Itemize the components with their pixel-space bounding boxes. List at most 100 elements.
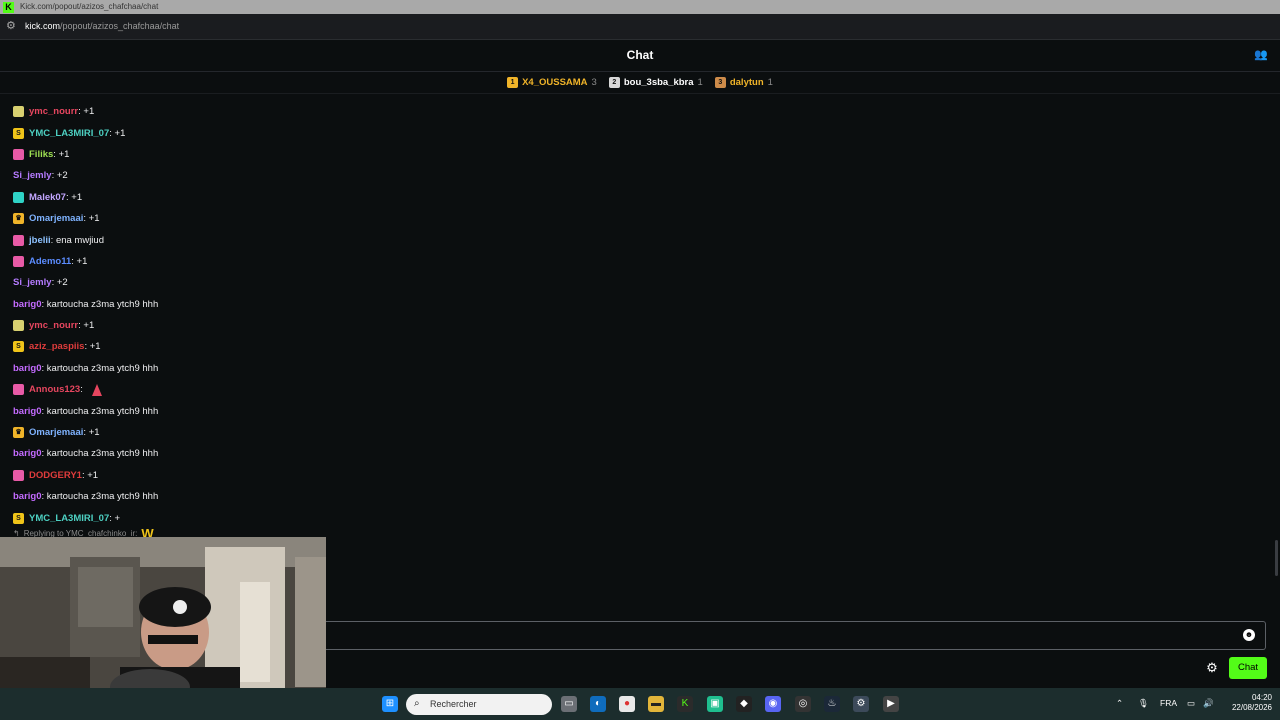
chat-settings-gear-icon[interactable]: ⚙ (1205, 661, 1219, 675)
pink-badge-icon (13, 469, 24, 481)
chat-username[interactable]: Ademo11 (29, 256, 71, 267)
emoji-picker-icon[interactable]: ☻ (1243, 629, 1255, 641)
steam-icon[interactable]: ♨ (824, 696, 840, 712)
search-icon: ⌕ (414, 698, 420, 709)
kick-app-icon[interactable]: K (677, 696, 693, 712)
volume-icon[interactable]: 🔊 (1203, 698, 1214, 709)
chat-username[interactable]: Si_jemly (13, 170, 52, 181)
chat-message[interactable]: barig0: kartoucha z3ma ytch9 hhh (13, 358, 613, 379)
url-text[interactable]: kick.com/popout/azizos_chafchaa/chat (25, 21, 179, 31)
chrome-browser-icon[interactable]: ● (619, 696, 635, 712)
leaderboard-username[interactable]: bou_3sba_kbra (624, 77, 694, 88)
chat-username[interactable]: ymc_nourr (29, 106, 78, 117)
windows-start-icon[interactable]: ⊞ (382, 696, 398, 712)
chat-title: Chat (626, 48, 654, 62)
chat-message[interactable]: Si_jemly: +2 (13, 165, 613, 186)
settings-app-icon[interactable]: ⚙ (853, 696, 869, 712)
chat-message[interactable]: jbelii: ena mwjiud (13, 229, 613, 250)
chat-username[interactable]: Malek07 (29, 192, 66, 203)
medal-icon: 1 (507, 77, 519, 88)
send-chat-button[interactable]: Chat (1229, 657, 1267, 679)
chat-username[interactable]: Omarjemaai (29, 213, 83, 224)
chat-username[interactable]: aziz_paspiis (29, 341, 84, 352)
chat-input-box[interactable]: ☻ (326, 621, 1266, 650)
chat-message-text: kartoucha z3ma ytch9 hhh (46, 362, 159, 374)
address-bar[interactable]: ⚙ kick.com/popout/azizos_chafchaa/chat (0, 14, 1280, 40)
chat-message-text: +1 (89, 341, 101, 353)
chat-username[interactable]: YMC_LA3MIRI_07 (29, 128, 109, 139)
chat-message[interactable]: Annous123: (13, 379, 613, 400)
chat-username[interactable]: Si_jemly (13, 277, 52, 288)
discord-icon[interactable]: ◉ (765, 696, 781, 712)
tab-title: Kick.com/popout/azizos_chafchaa/chat (20, 2, 159, 11)
chat-message-text: +1 (83, 320, 95, 332)
chat-message-text: +2 (56, 277, 68, 289)
chat-username[interactable]: Annous123 (29, 384, 80, 395)
language-indicator[interactable]: FRA (1160, 698, 1177, 708)
site-settings-icon[interactable]: ⚙ (6, 20, 18, 32)
chat-message[interactable]: barig0: kartoucha z3ma ytch9 hhh (13, 400, 613, 421)
chat-username[interactable]: DODGERY1 (29, 470, 82, 481)
sub-yellow-badge-icon: S (13, 127, 24, 139)
chat-message[interactable]: Saziz_paspiis: +1 (13, 336, 613, 357)
chat-username[interactable]: jbelii (29, 235, 51, 246)
chat-message[interactable]: Filiks: +1 (13, 144, 613, 165)
chat-message[interactable]: barig0: kartoucha z3ma ytch9 hhh (13, 294, 613, 315)
chat-message-text: + (114, 512, 121, 524)
url-host: kick.com (25, 21, 61, 31)
chat-username[interactable]: barig0 (13, 299, 42, 310)
leaderboard-entry[interactable]: 3 dalytun 1 (714, 77, 773, 88)
chat-message[interactable]: S YMC_LA3MIRI_07: +1 (13, 122, 613, 143)
avatar-badge-icon (13, 320, 24, 332)
obs-icon[interactable]: ◎ (795, 696, 811, 712)
clock-time: 04:20 (1251, 693, 1272, 702)
file-explorer-icon[interactable]: ▬ (648, 696, 664, 712)
chat-message[interactable]: barig0: kartoucha z3ma ytch9 hhh (13, 443, 613, 464)
game-app-icon[interactable]: ◆ (736, 696, 752, 712)
chat-username[interactable]: Omarjemaai (29, 427, 83, 438)
chat-username[interactable]: barig0 (13, 448, 42, 459)
chat-message[interactable]: ♛ Omarjemaai: +1 (13, 422, 613, 443)
microphone-icon[interactable]: 🎙 (1138, 698, 1149, 709)
chat-message-text: +2 (56, 170, 68, 182)
users-icon[interactable]: 👥 (1254, 49, 1268, 61)
pink-badge-icon (13, 384, 24, 396)
leaderboard-entry[interactable]: 2 bou_3sba_kbra 1 (608, 77, 703, 88)
network-icon[interactable]: ▭ (1187, 698, 1195, 709)
chat-message[interactable]: barig0: kartoucha z3ma ytch9 hhh (13, 486, 613, 507)
taskbar-search[interactable]: ⌕ Rechercher (406, 694, 552, 715)
chat-username[interactable]: barig0 (13, 363, 42, 374)
media-player-icon[interactable]: ▶ (883, 696, 899, 712)
emote-icon (91, 383, 102, 396)
chat-username[interactable]: YMC_LA3MIRI_07 (29, 513, 109, 524)
task-view-icon[interactable]: ▭ (561, 696, 577, 712)
chat-message[interactable]: Ademo11: +1 (13, 251, 613, 272)
url-path: /popout/azizos_chafchaa/chat (60, 21, 180, 31)
chat-username[interactable]: barig0 (13, 406, 42, 417)
medal-icon: 2 (608, 77, 620, 88)
pink-badge-icon (13, 255, 24, 267)
chat-message[interactable]: ymc_nourr: +1 (13, 315, 613, 336)
chat-message[interactable]: ymc_nourr: +1 (13, 101, 613, 122)
pink-badge-icon (13, 148, 24, 160)
sub-yellow-badge-icon: S (13, 512, 24, 524)
leaderboard-entry[interactable]: 1 X4_OUSSAMA 3 (507, 77, 597, 88)
chat-username[interactable]: Filiks (29, 149, 53, 160)
chat-message[interactable]: Malek07: +1 (13, 187, 613, 208)
chat-message-text: kartoucha z3ma ytch9 hhh (46, 448, 159, 460)
leaderboard-count: 3 (591, 77, 597, 88)
edge-browser-icon[interactable]: ◐ (590, 696, 606, 712)
tray-overflow-chevron-icon[interactable]: ⌃ (1116, 698, 1123, 709)
chat-message[interactable]: Si_jemly: +2 (13, 272, 613, 293)
chat-scrollbar[interactable] (1275, 540, 1278, 576)
green-app-icon[interactable]: ▣ (707, 696, 723, 712)
chat-message-input[interactable] (326, 622, 1265, 649)
leaderboard-username[interactable]: X4_OUSSAMA (522, 77, 587, 88)
chat-message[interactable]: ♛ Omarjemaai: +1 (13, 208, 613, 229)
taskbar-clock[interactable]: 04:20 22/08/2026 (1220, 693, 1272, 713)
leaderboard-username[interactable]: dalytun (730, 77, 764, 88)
chat-username[interactable]: ymc_nourr (29, 320, 78, 331)
browser-title-bar: K Kick.com/popout/azizos_chafchaa/chat (0, 0, 1280, 14)
chat-message[interactable]: DODGERY1: +1 (13, 465, 613, 486)
chat-username[interactable]: barig0 (13, 491, 42, 502)
